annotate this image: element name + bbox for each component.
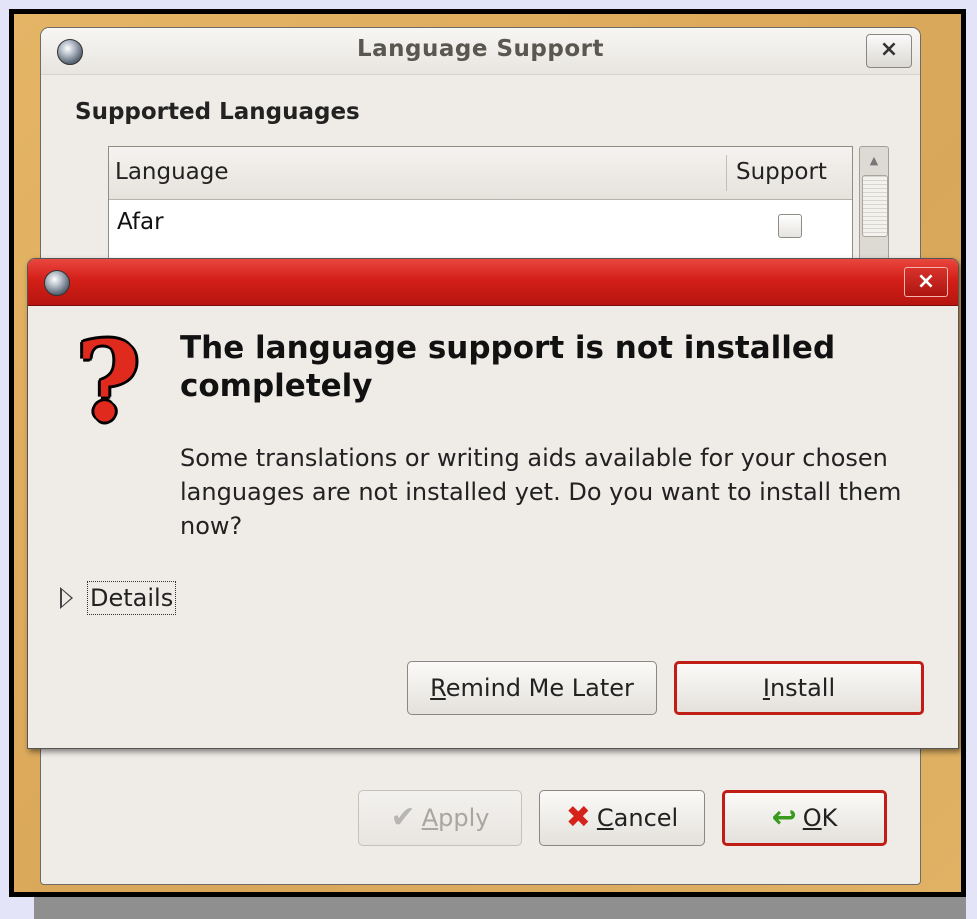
- dialog-message: Some translations or writing aids availa…: [180, 444, 902, 540]
- table-header: Language Support: [109, 147, 852, 200]
- window-title: Language Support: [357, 36, 604, 62]
- cancel-label: ancel: [613, 804, 679, 832]
- column-header-support[interactable]: Support: [736, 159, 827, 185]
- table-row-language[interactable]: Afar: [117, 209, 164, 235]
- apply-mnemonic: A: [421, 804, 439, 832]
- details-expander[interactable]: Details: [60, 581, 177, 615]
- cancel-x-icon: ✖: [565, 800, 591, 835]
- question-mark-icon: ?: [76, 317, 141, 446]
- install-button[interactable]: Install: [674, 661, 924, 715]
- dialog-close-button[interactable]: ×: [904, 267, 948, 297]
- remind-me-later-button[interactable]: Remind Me Later: [407, 661, 657, 715]
- scroll-up-arrow-icon[interactable]: ▲: [863, 150, 885, 172]
- support-checkbox[interactable]: [778, 214, 802, 238]
- close-button[interactable]: ×: [866, 34, 912, 68]
- section-title: Supported Languages: [75, 99, 360, 125]
- window-shadow: [34, 897, 966, 919]
- remind-mnemonic: R: [430, 674, 446, 702]
- remind-label: emind Me Later: [445, 674, 634, 702]
- column-header-language[interactable]: Language: [115, 159, 229, 185]
- checkmark-icon: ✔: [390, 800, 416, 835]
- scrollbar-thumb[interactable]: [862, 175, 888, 237]
- cancel-button[interactable]: ✖ Cancel: [539, 790, 705, 846]
- window-titlebar[interactable]: Language Support ×: [41, 28, 920, 75]
- ok-arrow-icon: ↩: [771, 800, 797, 835]
- dialog-titlebar[interactable]: ×: [28, 259, 958, 306]
- details-label[interactable]: Details: [87, 581, 177, 615]
- apply-button[interactable]: ✔ Apply: [358, 790, 522, 846]
- cancel-mnemonic: C: [596, 804, 614, 832]
- ok-label: K: [821, 804, 838, 832]
- column-separator: [726, 155, 727, 191]
- ok-button[interactable]: ↩ OK: [722, 790, 887, 846]
- install-prompt-dialog: × ? The language support is not installe…: [27, 258, 959, 749]
- install-mnemonic: I: [762, 674, 770, 702]
- ok-mnemonic: O: [802, 804, 822, 832]
- expander-arrow-icon[interactable]: [60, 587, 73, 609]
- dialog-headline: The language support is not installed co…: [180, 330, 836, 404]
- install-label: nstall: [769, 674, 836, 702]
- apply-label: pply: [438, 804, 490, 832]
- globe-icon: [44, 270, 70, 296]
